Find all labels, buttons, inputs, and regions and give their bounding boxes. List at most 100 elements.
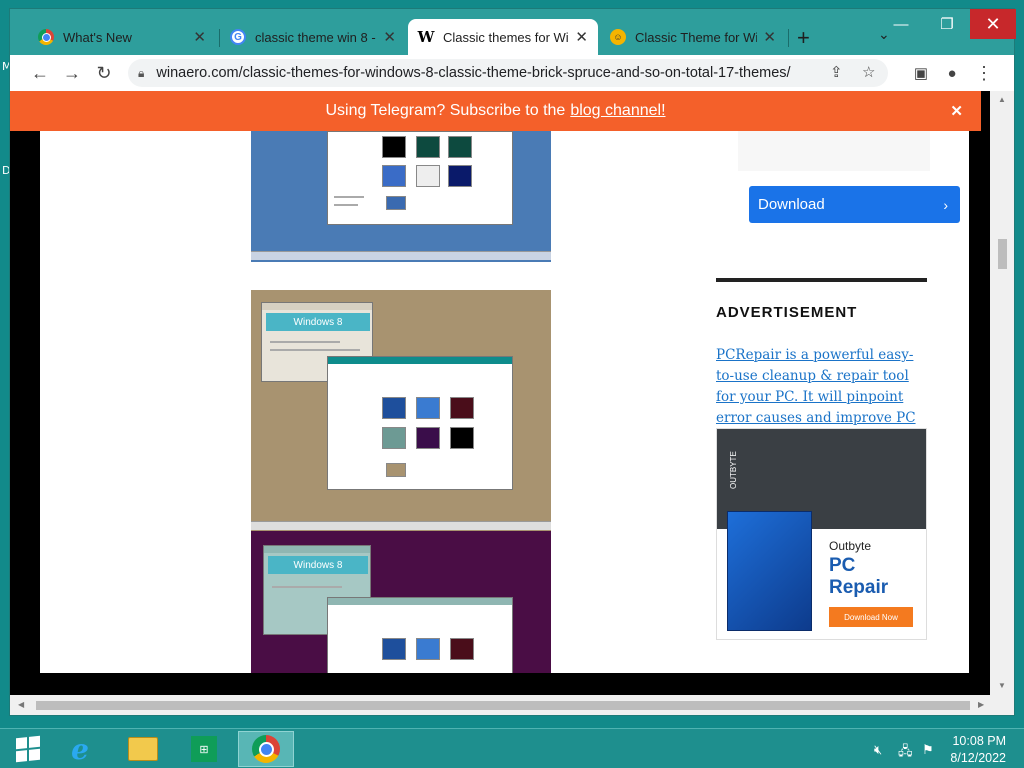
blog-channel-link[interactable]: blog channel!	[570, 102, 665, 120]
product-name-line: Repair	[829, 577, 889, 598]
download-button[interactable]: Download ›	[749, 186, 960, 223]
address-bar[interactable]: 🔒︎ winaero.com/classic-themes-for-window…	[128, 59, 888, 87]
menu-kebab-icon[interactable]: ⋮	[970, 59, 998, 87]
vertical-scrollbar[interactable]: ▲ ▼	[990, 91, 1014, 695]
file-explorer-button[interactable]	[115, 731, 171, 767]
volume-muted-icon[interactable]: 🔇︎	[874, 742, 882, 758]
theme-swatch	[416, 397, 440, 419]
clock-date: 8/12/2022	[950, 751, 1006, 765]
download-label: Download	[758, 196, 825, 213]
theme-swatch	[416, 427, 440, 449]
tab-title: What's New	[63, 29, 132, 45]
scroll-left-icon[interactable]: ◀	[18, 700, 24, 709]
back-button[interactable]: ←	[26, 59, 54, 87]
action-center-flag-icon[interactable]: ⚑	[922, 742, 934, 758]
scroll-right-icon[interactable]: ▶	[978, 700, 984, 709]
close-icon[interactable]: ✕	[575, 28, 588, 46]
theme-swatch	[382, 427, 406, 449]
theme-swatch	[416, 638, 440, 660]
lock-icon[interactable]: 🔒︎	[138, 66, 144, 81]
tab-google-search[interactable]: G classic theme win 8 - Go ✕	[220, 19, 406, 55]
text-line	[272, 586, 342, 588]
scroll-up-icon[interactable]: ▲	[998, 95, 1006, 104]
close-icon[interactable]: ✕	[193, 28, 206, 46]
taskbar: e ⊞ 🔇︎ 🖧︎ ⚑ 10:08 PM 8/12/2022	[0, 728, 1024, 768]
google-icon: G	[230, 29, 246, 45]
download-now-button[interactable]: Download Now	[829, 607, 913, 627]
theme-screenshot-tan: Windows 8	[251, 290, 551, 531]
tab-title: Classic Theme for Windo	[635, 29, 758, 45]
screenshot-taskbar	[251, 251, 551, 260]
horizontal-scrollbar[interactable]: ◀ ▶	[10, 695, 1014, 715]
banner-text: Using Telegram? Subscribe to the	[325, 102, 566, 119]
store-icon: ⊞	[191, 736, 217, 762]
theme-swatch	[448, 165, 472, 187]
browser-toolbar: ← → ↻ 🔒︎ winaero.com/classic-themes-for-…	[10, 55, 1014, 91]
profile-avatar[interactable]: ●	[938, 59, 966, 87]
tab-title: Classic themes for Windo	[443, 29, 569, 45]
personalization-window	[327, 356, 513, 490]
theme-swatch	[382, 136, 406, 158]
maximize-button[interactable]: ❐	[924, 9, 970, 39]
theme-swatch	[382, 638, 406, 660]
tab-classic-themes[interactable]: W Classic themes for Windo ✕	[408, 19, 598, 55]
theme-swatch	[382, 165, 406, 187]
theme-swatch	[416, 136, 440, 158]
screenshot-taskbar	[251, 521, 551, 530]
close-icon[interactable]: ✕	[383, 28, 396, 46]
scroll-thumb[interactable]	[36, 701, 970, 710]
tab-title: classic theme win 8 - Go	[255, 29, 377, 45]
network-icon[interactable]: 🖧︎	[898, 742, 913, 764]
personalization-window	[327, 597, 513, 673]
tab-strip: What's New ✕ G classic theme win 8 - Go …	[10, 9, 1016, 55]
title-bar	[262, 303, 372, 310]
divider	[716, 278, 927, 282]
new-tab-button[interactable]: +	[797, 25, 810, 51]
title-bar	[328, 598, 512, 605]
close-icon[interactable]: ✕	[950, 102, 963, 120]
text-line	[270, 341, 340, 343]
text-line	[334, 204, 358, 206]
close-icon[interactable]: ✕	[763, 28, 776, 46]
windows8-logo: Windows 8	[266, 313, 370, 331]
screenshot-window	[327, 131, 513, 225]
chrome-icon	[252, 735, 280, 763]
theme-swatch	[448, 136, 472, 158]
tab-separator	[788, 29, 789, 47]
product-name-line: Outbyte	[829, 539, 872, 553]
system-clock[interactable]: 10:08 PM 8/12/2022	[950, 733, 1006, 767]
scroll-thumb[interactable]	[998, 239, 1007, 269]
theme-swatch	[386, 196, 406, 210]
text-line	[270, 349, 360, 351]
chrome-taskbar-button[interactable]	[238, 731, 294, 767]
tab-whats-new[interactable]: What's New ✕	[28, 19, 216, 55]
bookmark-star-icon[interactable]: ☆	[862, 63, 875, 81]
telegram-banner: Using Telegram? Subscribe to the blog ch…	[10, 91, 981, 131]
start-button[interactable]	[0, 731, 56, 767]
theme-screenshot-blue	[251, 131, 551, 262]
title-bar	[264, 546, 370, 553]
windows-logo-icon	[16, 735, 40, 763]
outbyte-brand: OUTBYTE	[729, 451, 738, 489]
theme-swatch	[450, 397, 474, 419]
forward-button[interactable]: →	[58, 59, 86, 87]
clock-time: 10:08 PM	[952, 734, 1006, 748]
theme-swatch	[450, 427, 474, 449]
share-icon[interactable]: ⇪	[830, 63, 843, 81]
web-page: Windows 8 Windows 8 Download › ADVERTISE…	[40, 91, 969, 673]
side-panel-icon[interactable]: ▣	[907, 59, 935, 87]
scroll-down-icon[interactable]: ▼	[998, 681, 1006, 690]
store-button[interactable]: ⊞	[176, 731, 232, 767]
text-line	[334, 196, 364, 198]
internet-explorer-button[interactable]: e	[52, 731, 108, 767]
winaero-icon: W	[417, 28, 435, 46]
tab-classic-theme-windows[interactable]: ☺ Classic Theme for Windo ✕	[600, 19, 786, 55]
reload-button[interactable]: ↻	[90, 59, 118, 87]
close-window-button[interactable]: ✕	[970, 9, 1016, 39]
face-icon: ☺	[610, 29, 626, 45]
advertisement-heading: ADVERTISEMENT	[716, 304, 858, 321]
url-text[interactable]: winaero.com/classic-themes-for-windows-8…	[156, 65, 816, 81]
ad-banner-image[interactable]: OUTBYTE Outbyte PC Repair Download Now	[716, 428, 927, 640]
minimize-button[interactable]: —	[878, 9, 924, 39]
theme-swatch	[450, 638, 474, 660]
